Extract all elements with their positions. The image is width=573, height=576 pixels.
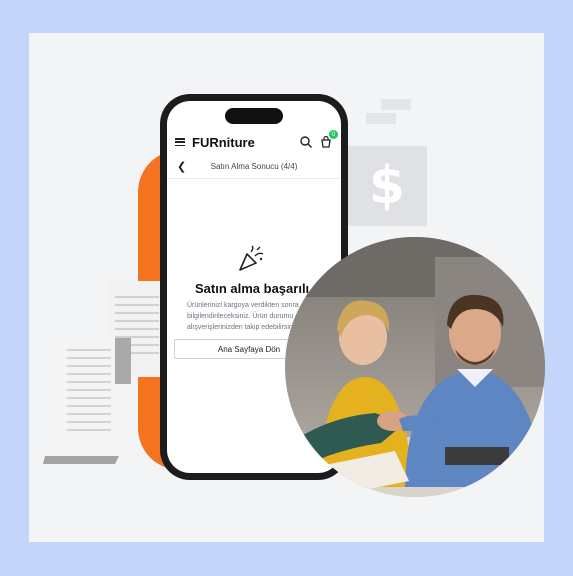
app-header: FURniture 0	[167, 130, 341, 153]
deco-bar-2	[366, 113, 396, 124]
receipt-front-illustration	[43, 338, 131, 464]
illustration-canvas: $ FURniture 0 ❮ Satın Alma Sonucu (4/4) …	[29, 33, 545, 542]
menu-icon[interactable]	[175, 138, 185, 146]
deco-bar-1	[381, 99, 411, 110]
handshake-photo	[285, 237, 545, 497]
dollar-symbol: $	[368, 156, 406, 216]
back-icon[interactable]: ❮	[177, 160, 189, 173]
step-header: ❮ Satın Alma Sonucu (4/4)	[167, 155, 341, 179]
cart-icon[interactable]: 0	[319, 130, 338, 149]
step-title: Satın Alma Sonucu (4/4)	[210, 162, 298, 171]
cart-count-badge: 0	[329, 130, 338, 139]
success-title: Satın alma başarılı	[195, 281, 310, 296]
brand-logo[interactable]: FURniture	[192, 135, 293, 150]
dynamic-island	[225, 108, 283, 124]
search-icon[interactable]	[299, 135, 313, 149]
confetti-icon	[239, 245, 264, 271]
dollar-card: $	[347, 146, 427, 226]
